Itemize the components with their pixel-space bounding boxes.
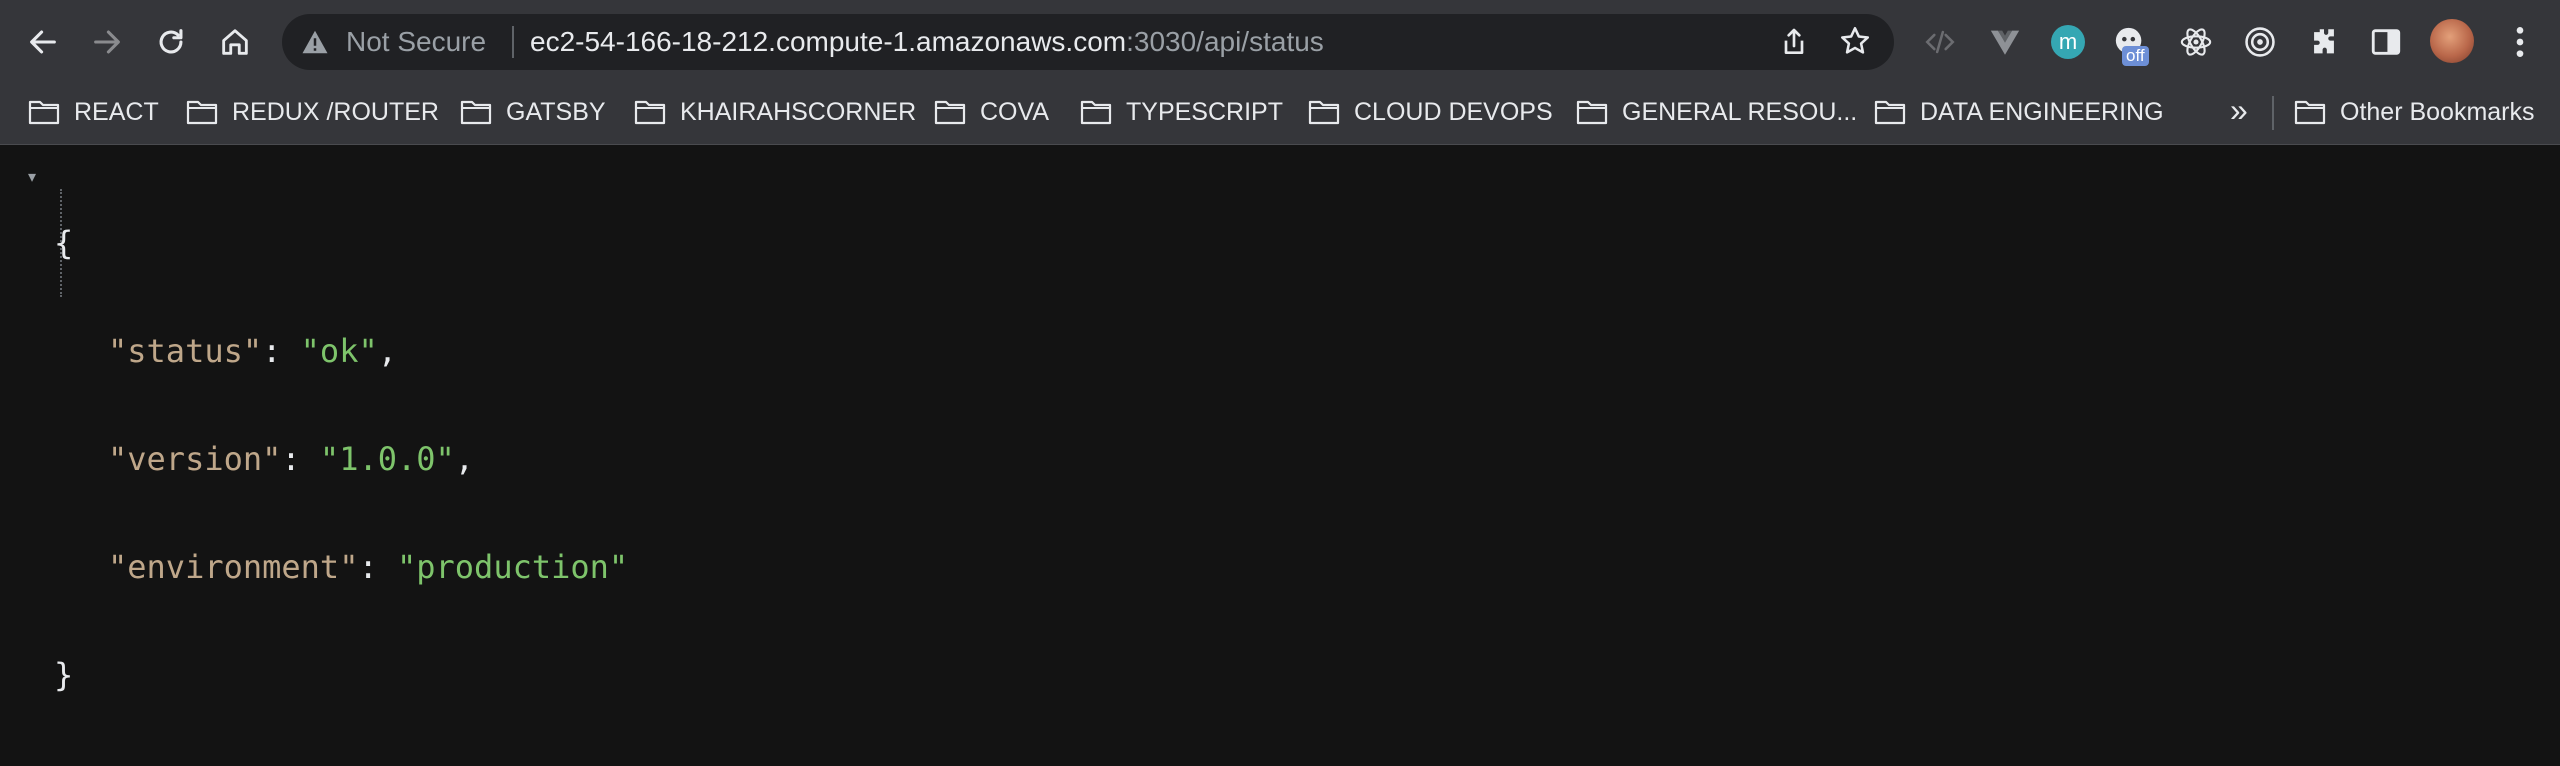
folder-icon [1080, 100, 1112, 125]
arrow-right-icon [94, 30, 120, 54]
omnibox-divider [512, 26, 514, 58]
json-value: production [416, 548, 609, 586]
json-open-line: { [54, 225, 628, 261]
json-key: version [127, 440, 263, 478]
bookmark-star-icon[interactable] [1838, 24, 1872, 58]
url-text[interactable]: ec2-54-166-18-212.compute-1.amazonaws.co… [530, 26, 1324, 58]
json-line: "status": "ok", [108, 332, 397, 370]
bookmark-label: GATSBY [506, 97, 606, 126]
address-bar[interactable]: Not Secure ec2-54-166-18-212.compute-1.a… [282, 14, 1894, 70]
react-devtools-icon[interactable] [2176, 22, 2216, 62]
side-panel-icon[interactable] [2366, 22, 2406, 62]
json-comma: , [454, 440, 475, 478]
more-menu-icon[interactable] [2500, 20, 2540, 64]
json-key: status [127, 332, 243, 370]
code-extension-icon[interactable] [1920, 22, 1960, 62]
extensions-puzzle-icon[interactable] [2304, 22, 2344, 62]
browser-toolbar: Not Secure ec2-54-166-18-212.compute-1.a… [0, 0, 2560, 84]
bookmark-label: TYPESCRIPT [1126, 97, 1283, 126]
bookmark-label: GENERAL RESOU... [1622, 97, 1858, 126]
bookmark-folder-typescript[interactable]: TYPESCRIPT [1080, 90, 1283, 134]
profile-avatar[interactable] [2430, 19, 2474, 63]
folder-icon [934, 100, 966, 125]
reload-icon [159, 29, 183, 54]
json-comma: , [377, 332, 397, 370]
folder-icon [2294, 100, 2326, 125]
back-button[interactable] [18, 17, 68, 67]
forward-button[interactable] [82, 17, 132, 67]
folder-icon [1308, 100, 1340, 125]
target-extension-icon[interactable] [2240, 22, 2280, 62]
bookmarks-overflow-button[interactable]: » [2230, 92, 2248, 129]
page-content: ▾ { "status": "ok", "version": "1.0.0", … [0, 145, 2560, 693]
folder-icon [460, 100, 492, 125]
json-value: ok [319, 332, 359, 370]
off-badge: off [2122, 46, 2149, 66]
json-line: "environment": "production" [108, 548, 629, 586]
vue-devtools-icon[interactable] [1985, 22, 2025, 62]
json-value: 1.0.0 [339, 440, 436, 478]
other-bookmarks-folder[interactable]: Other Bookmarks [2294, 90, 2535, 134]
folder-icon [28, 100, 60, 125]
bookmarks-separator [2272, 96, 2274, 130]
reload-button[interactable] [146, 17, 196, 67]
m-extension-icon[interactable]: m [2048, 22, 2088, 62]
home-button[interactable] [210, 17, 260, 67]
bookmark-label: CLOUD DEVOPS [1354, 97, 1553, 126]
json-open-brace: { [54, 224, 74, 262]
bookmark-folder-general-resources[interactable]: GENERAL RESOU... [1576, 90, 1857, 134]
warning-triangle-icon[interactable] [300, 27, 330, 57]
collapse-toggle-icon[interactable]: ▾ [28, 167, 36, 187]
url-host: ec2-54-166-18-212.compute-1.amazonaws.co… [530, 26, 1127, 57]
security-status-label[interactable]: Not Secure [346, 26, 486, 58]
off-extension-icon[interactable]: off [2110, 22, 2150, 66]
folder-icon [634, 100, 666, 125]
json-close-brace: } [54, 656, 74, 694]
bookmark-folder-react[interactable]: REACT [28, 90, 159, 134]
m-extension-letter: m [2051, 25, 2085, 59]
bookmark-label: COVA [980, 97, 1049, 126]
arrow-left-icon [30, 30, 56, 54]
json-key: environment [127, 548, 340, 586]
bookmark-label: REDUX /ROUTER [232, 97, 439, 126]
bookmark-folder-khairahscorner[interactable]: KHAIRAHSCORNER [634, 90, 916, 134]
url-path: :3030/api/status [1126, 26, 1324, 57]
bookmark-folder-cova[interactable]: COVA [934, 90, 1049, 134]
bookmark-folder-cloud-devops[interactable]: CLOUD DEVOPS [1308, 90, 1553, 134]
bookmark-folder-redux-router[interactable]: REDUX /ROUTER [186, 90, 439, 134]
folder-icon [1874, 100, 1906, 125]
other-bookmarks-label: Other Bookmarks [2340, 97, 2535, 126]
folder-icon [186, 100, 218, 125]
bookmark-folder-data-engineering[interactable]: DATA ENGINEERING [1874, 90, 2164, 134]
share-icon[interactable] [1778, 26, 1810, 58]
home-icon [222, 29, 248, 55]
json-line: "version": "1.0.0", [108, 440, 475, 478]
bookmarks-bar: REACT REDUX /ROUTER GATSBY KHAIRAHSCORNE… [0, 84, 2560, 145]
bookmark-label: DATA ENGINEERING [1920, 97, 2164, 126]
json-close-line: } [54, 657, 628, 693]
json-viewer: { "status": "ok", "version": "1.0.0", "e… [54, 153, 628, 765]
bookmark-label: KHAIRAHSCORNER [680, 97, 917, 126]
folder-icon [1576, 100, 1608, 125]
bookmark-folder-gatsby[interactable]: GATSBY [460, 90, 606, 134]
bookmark-label: REACT [74, 97, 159, 126]
